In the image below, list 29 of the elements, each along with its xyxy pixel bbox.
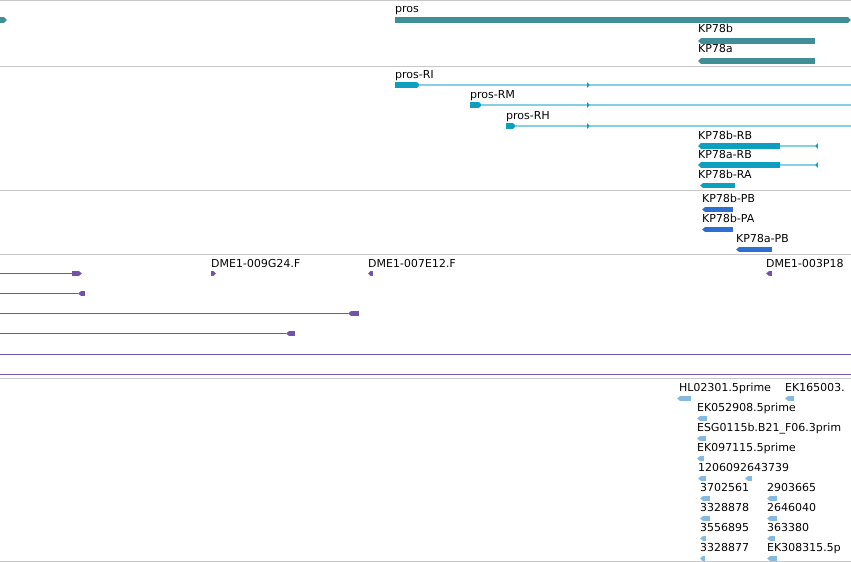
feature-label: DME1-009G24.F xyxy=(211,257,300,270)
feature-label: KP78b xyxy=(698,22,733,35)
feature-label: 2903665 xyxy=(767,481,816,494)
feature-label: 3556895 xyxy=(700,521,749,534)
feature-label: EK097115.5prime xyxy=(697,441,796,454)
feature-label: KP78a xyxy=(698,42,733,55)
feature-label: 363380 xyxy=(767,521,809,534)
feature-label: pros xyxy=(395,2,419,15)
feature-label: KP78b-RB xyxy=(698,129,752,142)
feature-label: HL02301.5prime xyxy=(679,381,771,394)
feature-label: KP78a-RB xyxy=(698,148,752,161)
feature-label: pros-RM xyxy=(470,88,515,101)
feature-label: 3328877 xyxy=(700,541,749,554)
feature-label: EK052908.5prime xyxy=(697,401,796,414)
feature-label: KP78b-PA xyxy=(702,212,754,225)
feature-label: KP78b-PB xyxy=(702,192,755,205)
feature-label: 1206092643739 xyxy=(698,461,789,474)
feature-label: KP78a-PB xyxy=(736,232,789,245)
feature-label: KP78b-RA xyxy=(698,168,752,181)
feature-label: pros-RI xyxy=(395,68,434,81)
feature-label: DME1-007E12.F xyxy=(368,257,456,270)
feature-label: 3702561 xyxy=(700,481,749,494)
feature-label: 3328878 xyxy=(700,501,749,514)
feature-label: ESG0115b.B21_F06.3prim xyxy=(697,421,842,434)
feature-label: EK165003. xyxy=(785,381,845,394)
feature-label: DME1-003P18 xyxy=(766,257,844,270)
feature-label: EK308315.5p xyxy=(767,541,841,554)
feature-label: pros-RH xyxy=(506,109,550,122)
feature-label: 2646040 xyxy=(767,501,816,514)
